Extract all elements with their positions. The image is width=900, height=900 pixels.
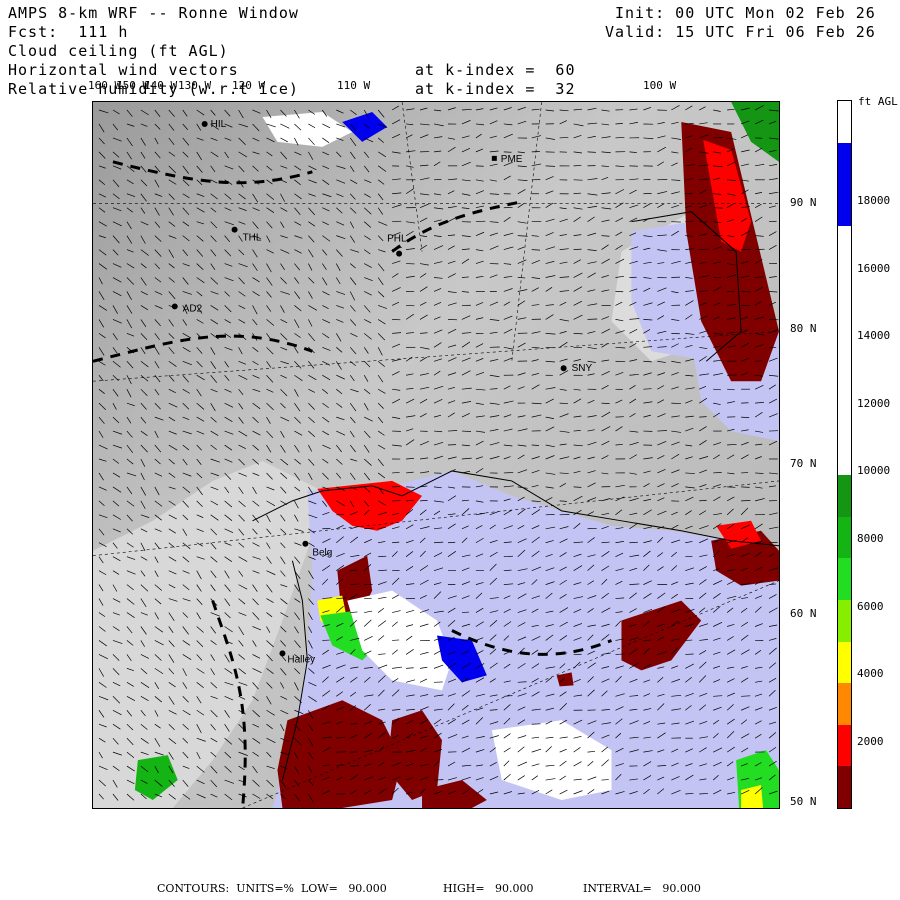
colorbar-segment	[838, 600, 851, 642]
station-label-hil: HIL	[211, 119, 227, 130]
k-index-wind: at k-index = 60	[415, 61, 576, 79]
colorbar-label-8000: 8000	[857, 532, 884, 545]
colorbar-segment	[838, 101, 851, 143]
colorbar-label-14000: 14000	[857, 329, 891, 342]
colorbar-label-6000: 6000	[857, 600, 884, 613]
lat-label-70n: 70 N	[790, 457, 817, 470]
station-marker-hil	[201, 120, 208, 127]
station-label-halley: Halley	[287, 654, 315, 665]
footer-contours: CONTOURS: UNITS=% LOW= 90.000	[157, 882, 387, 895]
lon-label-120w: 120 W	[232, 79, 266, 92]
colorbar-segment	[838, 267, 851, 309]
lon-label-130w: 130 W	[178, 79, 212, 92]
lat-label-80n: 80 N	[790, 322, 817, 335]
lat-label-60n: 60 N	[790, 607, 817, 620]
colorbar-label-16000: 16000	[857, 262, 891, 275]
map-title: AMPS 8-km WRF -- Ronne Window	[8, 4, 299, 22]
map-panel: HIL PME THL PHL AD2 SNY Belg Halley	[92, 101, 780, 809]
colorbar-segment	[838, 724, 851, 767]
colorbar-segment	[838, 683, 851, 725]
colorbar-label-18000: 18000	[857, 194, 891, 207]
colorbar	[837, 100, 852, 809]
colorbar-segment	[838, 392, 851, 434]
station-marker-halley	[279, 650, 286, 657]
station-label-belg: Belg	[312, 548, 332, 559]
field-wind-vectors: Horizontal wind vectors	[8, 61, 239, 79]
station-marker-sny	[560, 365, 567, 372]
field-cloud-ceiling: Cloud ceiling (ft AGL)	[8, 42, 229, 60]
station-label-phl: PHL	[387, 234, 407, 245]
colorbar-segment	[838, 184, 851, 226]
lat-label-50n: 50 N	[790, 795, 817, 808]
colorbar-label-2000: 2000	[857, 735, 884, 748]
station-marker-belg	[302, 540, 309, 547]
colorbar-label-10000: 10000	[857, 464, 891, 477]
lat-label-90n: 90 N	[790, 196, 817, 209]
station-marker-thl	[231, 226, 238, 233]
colorbar-segment	[838, 766, 851, 808]
colorbar-segment	[838, 641, 851, 684]
colorbar-segment	[838, 350, 851, 393]
colorbar-segment	[838, 558, 851, 601]
station-label-ad2: AD2	[183, 303, 203, 314]
colorbar-segment	[838, 225, 851, 268]
station-label-thl: THL	[243, 233, 262, 244]
footer-interval: INTERVAL= 90.000	[583, 882, 701, 895]
station-label-sny: SNY	[572, 363, 593, 374]
footer-high: HIGH= 90.000	[443, 882, 534, 895]
colorbar-segment	[838, 516, 851, 559]
lon-label-110w: 110 W	[337, 79, 371, 92]
colorbar-segment	[838, 142, 851, 185]
lon-label-140w: 140 W	[144, 79, 178, 92]
station-label-pme: PME	[501, 154, 523, 165]
colorbar-segment	[838, 308, 851, 351]
forecast-hour: Fcst: 111 h	[8, 23, 129, 41]
station-marker-pme	[491, 155, 497, 161]
init-time: Init: 00 UTC Mon 02 Feb 26	[615, 4, 876, 22]
station-marker-ad2	[171, 303, 178, 310]
colorbar-label-4000: 4000	[857, 667, 884, 680]
colorbar-title: ft AGL	[858, 95, 898, 108]
station-marker-phl	[396, 250, 403, 257]
k-index-rh: at k-index = 32	[415, 80, 576, 98]
colorbar-segment	[838, 433, 851, 476]
lon-label-100w: 100 W	[643, 79, 677, 92]
valid-time: Valid: 15 UTC Fri 06 Feb 26	[605, 23, 876, 41]
colorbar-label-12000: 12000	[857, 397, 891, 410]
colorbar-segment	[838, 475, 851, 517]
